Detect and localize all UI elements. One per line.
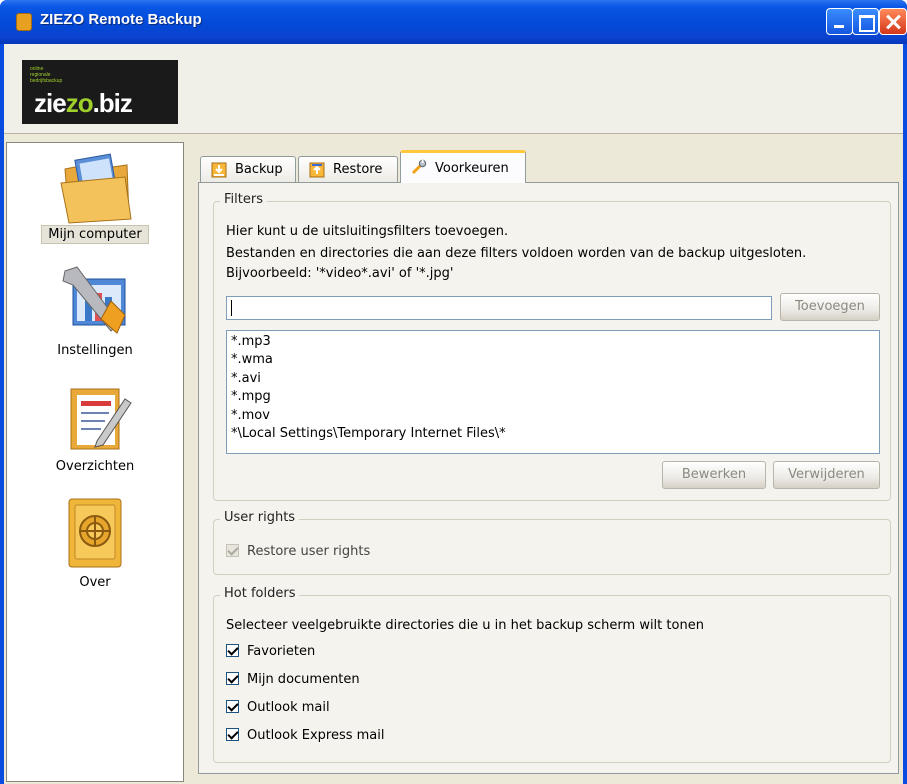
list-item[interactable]: *.avi [231,370,875,388]
list-item[interactable]: *.mov [231,407,875,425]
filter-list[interactable]: *.mp3 *.wma *.avi *.mpg *.mov *\Local Se… [226,330,880,454]
list-item[interactable]: *.mpg [231,388,875,406]
close-button[interactable] [879,8,907,35]
preferences-page: Filters Hier kunt u de uitsluitingsfilte… [198,182,899,774]
hot-folder-checkbox-mijn-documenten[interactable]: Mijn documenten [226,672,360,687]
hot-folder-checkbox-outlook-express-mail[interactable]: Outlook Express mail [226,728,385,743]
checkbox-box[interactable] [226,544,239,557]
tab-label: Voorkeuren [435,161,509,176]
list-item[interactable]: *\Local Settings\Temporary Internet File… [231,425,875,443]
sidebar-item-label: Instellingen [57,343,133,358]
user-rights-legend: User rights [220,510,300,525]
tab-label: Restore [333,162,383,177]
edit-filter-button[interactable]: Bewerken [662,461,766,489]
checkbox-box[interactable] [226,728,239,741]
maximize-button[interactable] [852,8,879,35]
checkbox-label: Restore user rights [247,544,371,559]
hot-folders-description: Selecteer veelgebruikte directories die … [226,618,704,633]
tab-label: Backup [235,162,283,177]
ziezo-logo: online regionale bedrijfsbackup ziezo.bi… [22,60,178,124]
checkbox-box[interactable] [226,700,239,713]
backup-arrow-icon [211,162,227,178]
list-item[interactable]: *.wma [231,351,875,369]
hot-folder-checkbox-favorieten[interactable]: Favorieten [226,644,315,659]
tab-backup[interactable]: Backup [200,156,296,182]
sidebar-item-instellingen[interactable]: Instellingen [7,259,183,371]
sidebar-item-label: Overzichten [55,459,135,474]
restore-arrow-icon [309,162,325,178]
title-bar[interactable]: ZIEZO Remote Backup [0,0,907,44]
minimize-button[interactable] [826,8,853,35]
sidebar-item-overzichten[interactable]: Overzichten [7,375,183,487]
sidebar-item-mijn-computer[interactable]: Mijn computer [7,143,183,255]
sidebar: Mijn computer Instellingen Overzichten O… [6,142,184,782]
logo-wordmark: ziezo.biz [34,88,133,118]
hot-folder-checkbox-outlook-mail[interactable]: Outlook mail [226,700,330,715]
window-title: ZIEZO Remote Backup [40,11,202,28]
checkbox-box[interactable] [226,644,239,657]
main-panel: Backup Restore Voorkeuren Filters Hier k… [194,142,901,777]
app-window: ZIEZO Remote Backup online regionale bed… [0,0,907,784]
sidebar-item-label: Mijn computer [41,225,149,244]
filters-group: Filters Hier kunt u de uitsluitingsfilte… [213,192,891,501]
filters-legend: Filters [220,192,267,207]
tab-voorkeuren[interactable]: Voorkeuren [400,150,526,183]
sidebar-item-label: Over [79,575,111,590]
filters-description-line: Bestanden en directories die aan deze fi… [226,246,807,261]
client-area: online regionale bedrijfsbackup ziezo.bi… [4,44,903,784]
checkbox-box[interactable] [226,672,239,685]
user-rights-group: User rights Restore user rights [213,510,891,575]
safe-icon [68,498,122,568]
report-icon [70,388,132,450]
filters-description-line: Hier kunt u de uitsluitingsfilters toevo… [226,224,509,239]
filters-example-line: Bijvoorbeeld: '*video*.avi' of '*.jpg' [226,266,454,281]
add-filter-button[interactable]: Toevoegen [780,293,880,321]
tools-icon [62,266,126,334]
text-caret [231,300,232,316]
tab-restore[interactable]: Restore [298,156,398,182]
header-banner: online regionale bedrijfsbackup ziezo.bi… [4,44,903,134]
folder-icon [60,153,132,224]
sidebar-item-over[interactable]: Over [7,491,183,603]
hot-folders-legend: Hot folders [220,586,300,601]
logo-tagline: online regionale bedrijfsbackup [30,66,63,84]
checkbox-label: Mijn documenten [247,672,360,687]
checkbox-label: Outlook mail [247,700,330,715]
wrench-icon [411,159,427,175]
app-icon [16,13,32,31]
checkbox-label: Favorieten [247,644,316,659]
list-item[interactable]: *.mp3 [231,333,875,351]
checkbox-label: Outlook Express mail [247,728,385,743]
restore-user-rights-checkbox[interactable]: Restore user rights [226,544,370,559]
filter-input[interactable] [226,296,772,320]
delete-filter-button[interactable]: Verwijderen [773,461,880,489]
hot-folders-group: Hot folders Selecteer veelgebruikte dire… [213,586,891,763]
